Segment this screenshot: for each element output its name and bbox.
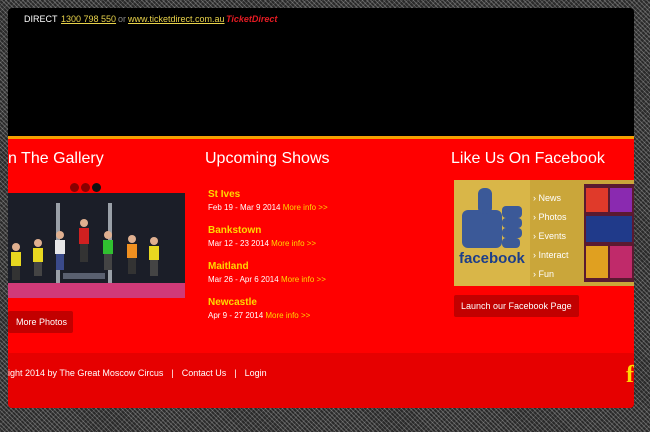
show-dates-text: Mar 12 - 23 2014 — [208, 239, 269, 248]
facebook-promo-image[interactable]: facebook › News › Photos › Events › Inte… — [454, 180, 634, 286]
main-content: n The Gallery More Photos Upcoming Shows… — [8, 136, 634, 353]
more-info-link[interactable]: More info >> — [283, 203, 328, 212]
more-info-link[interactable]: More info >> — [281, 275, 326, 284]
ticketdirect-logo-ticket: Ticket — [226, 14, 252, 24]
direct-label: DIRECT — [24, 14, 58, 24]
show-city[interactable]: Bankstown — [208, 225, 316, 236]
show-dates: Apr 9 - 27 2014 More info >> — [208, 311, 310, 320]
more-info-link[interactable]: More info >> — [271, 239, 316, 248]
or-label: or — [118, 14, 127, 24]
promo-menu-photos-label: Photos — [538, 212, 567, 222]
show-item: Bankstown Mar 12 - 23 2014 More info >> — [208, 225, 316, 248]
facebook-icon[interactable]: f — [626, 362, 634, 389]
show-dates-text: Mar 26 - Apr 6 2014 — [208, 275, 279, 284]
upcoming-shows-title: Upcoming Shows — [205, 150, 330, 167]
more-info-link[interactable]: More info >> — [265, 311, 310, 320]
footer-separator: | — [171, 368, 174, 378]
acrobats-image — [8, 193, 185, 298]
facebook-promo-menu: › News › Photos › Events › Interact › Fu… — [533, 189, 569, 284]
footer: ight 2014 by The Great Moscow Circus | Con… — [8, 353, 634, 408]
show-dates: Mar 12 - 23 2014 More info >> — [208, 239, 316, 248]
contact-us-link[interactable]: Contact Us — [182, 368, 227, 378]
show-dates: Feb 19 - Mar 9 2014 More info >> — [208, 203, 328, 212]
show-dates-text: Apr 9 - 27 2014 — [208, 311, 264, 320]
gallery-pager-dot[interactable] — [70, 183, 79, 192]
ticket-info-bar: DIRECT 1300 798 550 or www.ticketdirect.… — [8, 14, 634, 28]
footer-separator: | — [234, 368, 237, 378]
promo-menu-interact-label: Interact — [538, 250, 569, 260]
show-city[interactable]: Newcastle — [208, 297, 310, 308]
gallery-photo[interactable] — [8, 193, 185, 298]
gallery-pager-dot-active[interactable] — [92, 183, 101, 192]
promo-menu-interact: › Interact — [533, 250, 569, 260]
promo-menu-events: › Events — [533, 231, 567, 241]
phone-link[interactable]: 1300 798 550 — [61, 14, 116, 24]
show-dates-text: Feb 19 - Mar 9 2014 — [208, 203, 281, 212]
show-item: Maitland Mar 26 - Apr 6 2014 More info >… — [208, 261, 326, 284]
gallery-pager-dot[interactable] — [81, 183, 90, 192]
copyright-text: ight 2014 by The Great Moscow Circus — [8, 368, 164, 378]
launch-facebook-button[interactable]: Launch our Facebook Page — [454, 295, 579, 317]
facebook-logo-text: facebook — [459, 250, 525, 267]
footer-links: ight 2014 by The Great Moscow Circus | Con… — [8, 368, 267, 378]
show-city[interactable]: St Ives — [208, 189, 328, 200]
website-link[interactable]: www.ticketdirect.com.au — [128, 14, 225, 24]
promo-menu-news: › News — [533, 193, 562, 203]
show-city[interactable]: Maitland — [208, 261, 326, 272]
show-item: Newcastle Apr 9 - 27 2014 More info >> — [208, 297, 310, 320]
ticketdirect-logo[interactable]: TicketDirect — [226, 14, 277, 24]
promo-menu-events-label: Events — [538, 231, 567, 241]
gallery-title: n The Gallery — [8, 150, 104, 167]
promo-menu-photos: › Photos — [533, 212, 567, 222]
ticketdirect-logo-direct: Direct — [251, 14, 278, 24]
show-item: St Ives Feb 19 - Mar 9 2014 More info >> — [208, 189, 328, 212]
more-photos-button[interactable]: More Photos — [8, 311, 74, 333]
login-link[interactable]: Login — [245, 368, 267, 378]
website-page: DIRECT 1300 798 550 or www.ticketdirect.… — [8, 8, 634, 408]
promo-menu-fun: › Fun — [533, 269, 555, 279]
show-dates: Mar 26 - Apr 6 2014 More info >> — [208, 275, 326, 284]
promo-menu-fun-label: Fun — [538, 269, 555, 279]
facebook-title: Like Us On Facebook — [451, 150, 605, 167]
promo-menu-news-label: News — [538, 193, 562, 203]
